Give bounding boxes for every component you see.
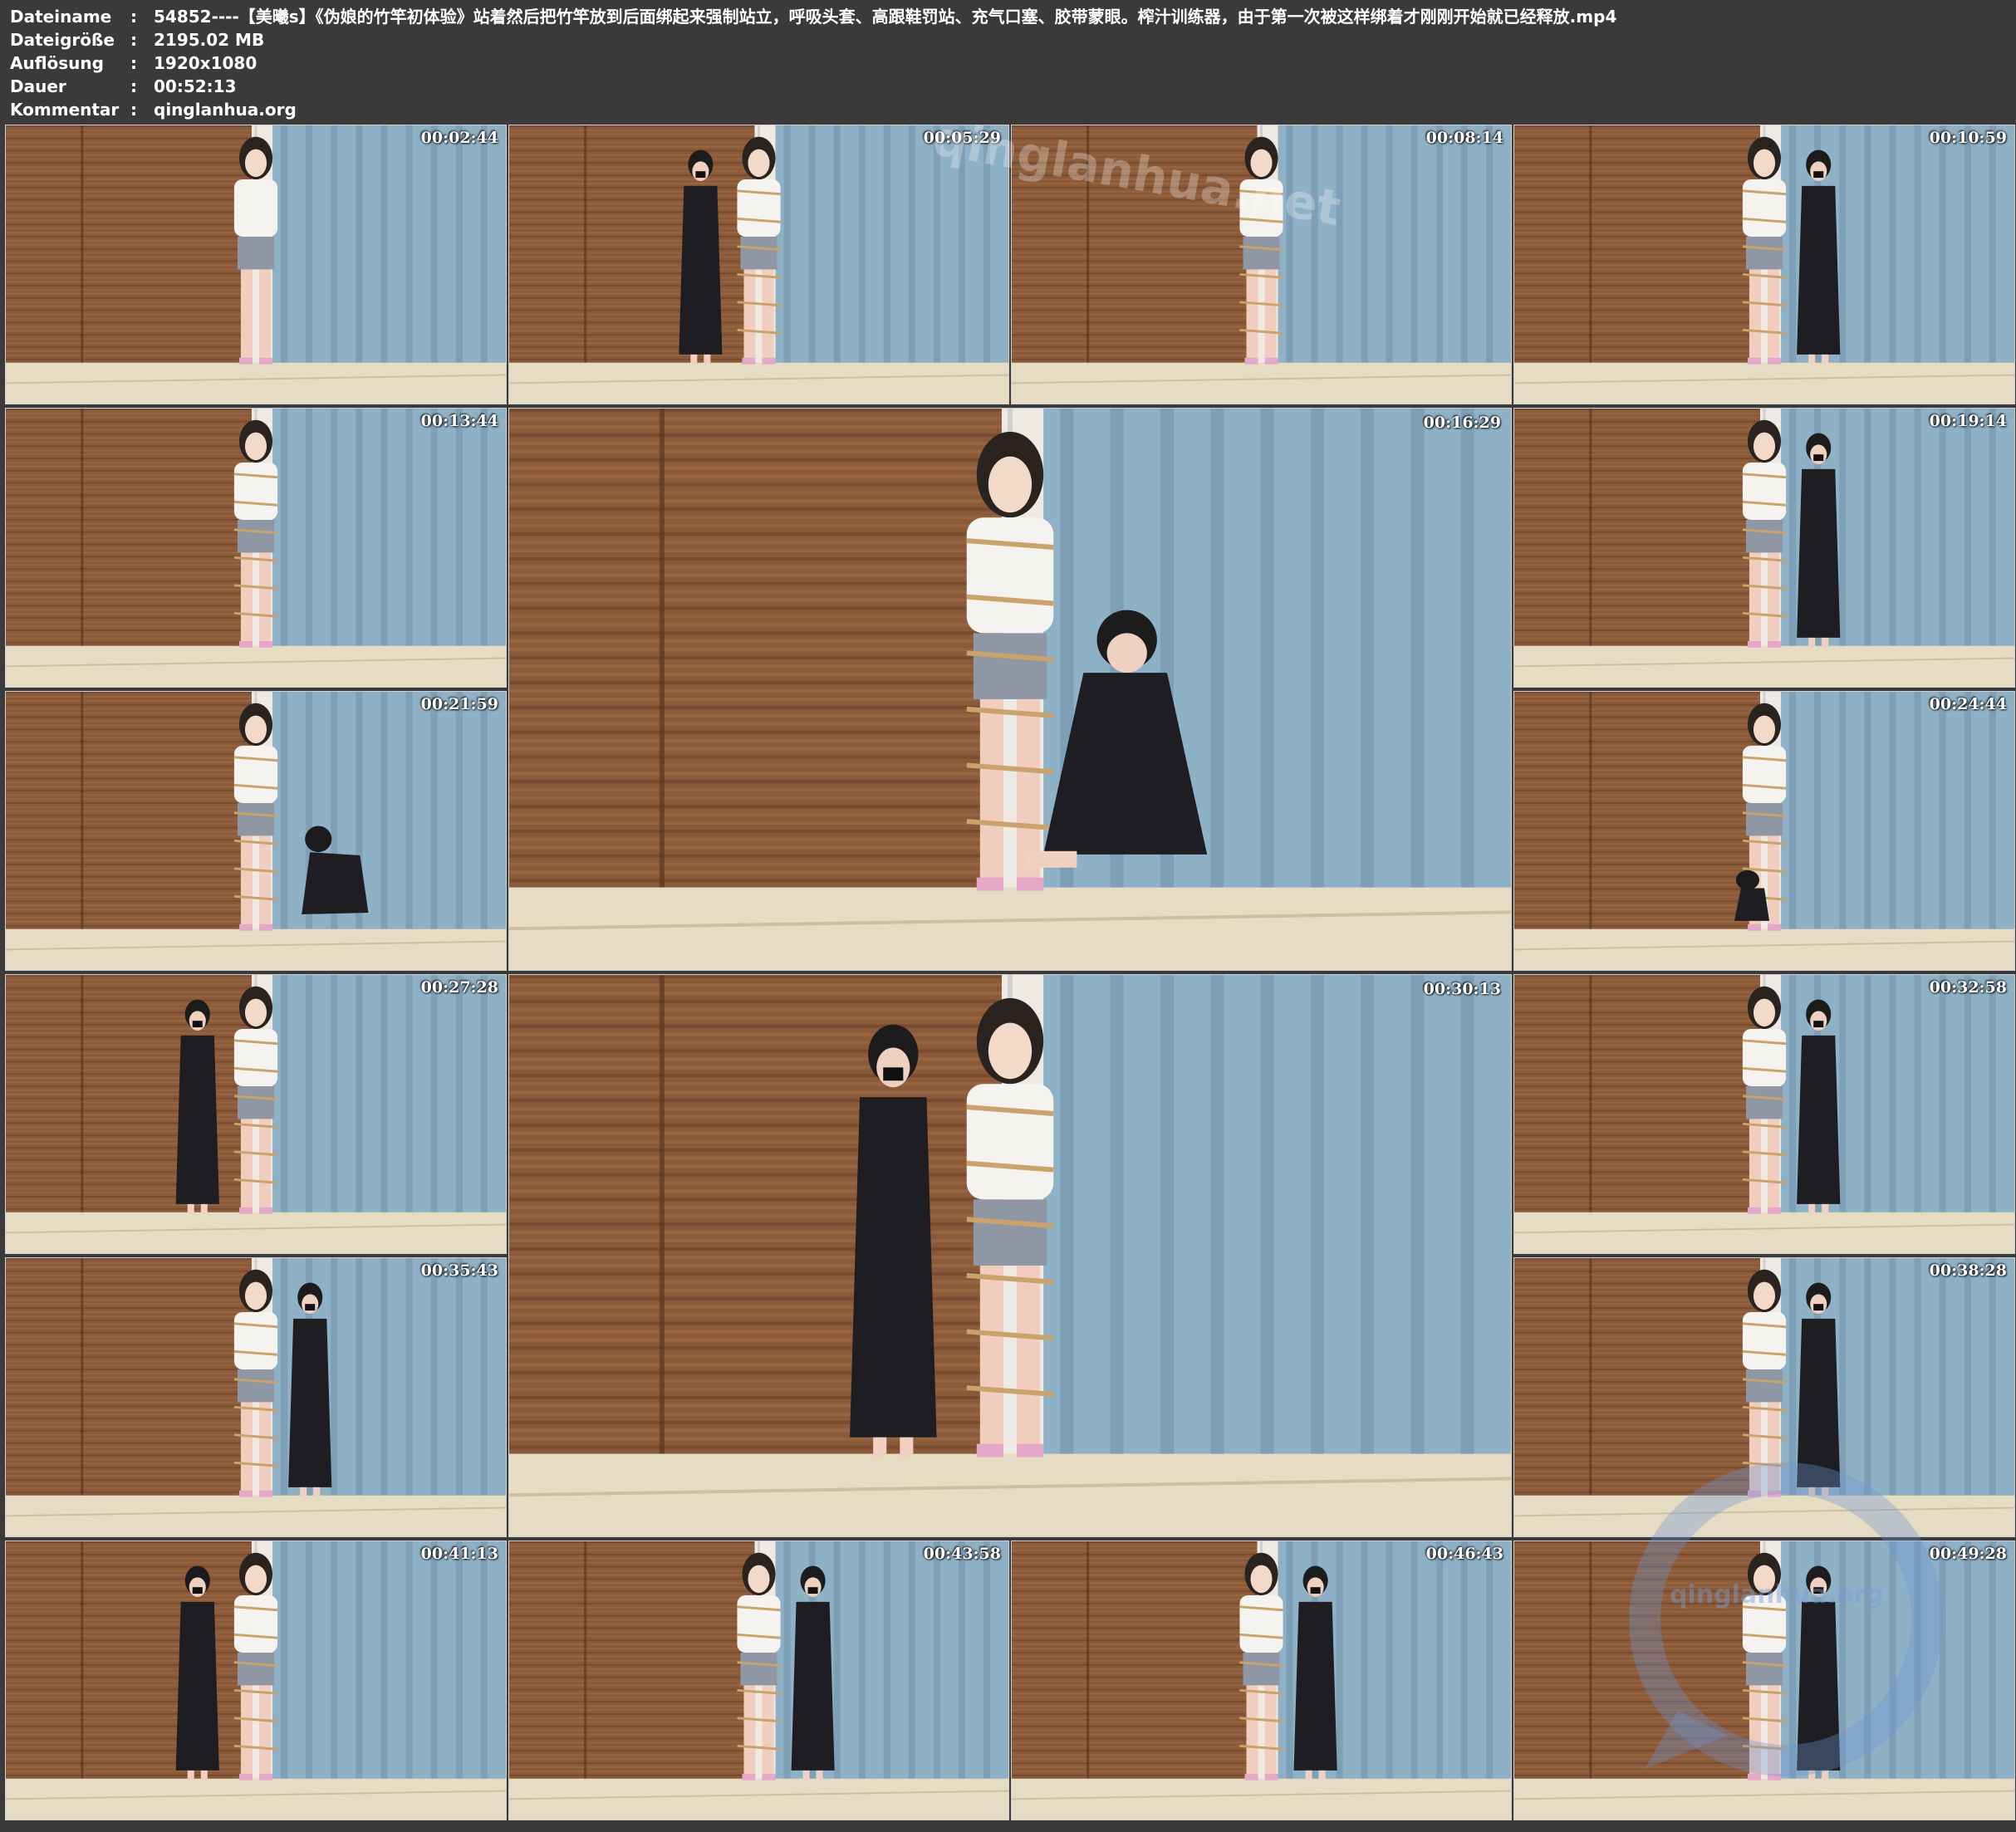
timestamp-label: 00:27:28 <box>420 978 498 997</box>
floor <box>509 887 1511 970</box>
frame-image <box>1514 409 2014 687</box>
floor <box>1514 928 2014 970</box>
timestamp-label: 00:30:13 <box>1423 980 1501 998</box>
floor <box>509 362 1008 404</box>
timestamp-label: 00:21:59 <box>420 695 498 713</box>
floor <box>1514 1212 2014 1253</box>
frame-image <box>6 409 506 687</box>
video-thumbnail: 00:41:13 <box>5 1541 507 1820</box>
frame-image <box>1514 975 2014 1253</box>
duration-value: 00:52:13 <box>154 76 237 96</box>
timestamp-label: 00:10:59 <box>1929 129 2007 147</box>
frame-image <box>1514 1541 2014 1820</box>
info-key: Kommentar <box>10 100 120 120</box>
frame-image <box>509 1541 1008 1820</box>
video-thumbnail: 00:35:43 <box>5 1257 507 1537</box>
floor <box>1012 1778 1511 1820</box>
floor <box>6 362 506 404</box>
floor <box>6 645 506 687</box>
info-key: Dateigröße <box>10 30 115 50</box>
frame-image <box>6 125 506 404</box>
timestamp-label: 00:24:44 <box>1929 695 2007 713</box>
info-header: Dateiname:54852----【美曦s】《伪娘的竹竿初体验》站着然后把竹… <box>0 0 2016 123</box>
frame-image <box>6 975 506 1253</box>
frame-image <box>1514 125 2014 404</box>
floor <box>1514 1495 2014 1536</box>
video-thumbnail: 00:46:43 <box>1011 1541 1512 1820</box>
timestamp-label: 00:46:43 <box>1425 1545 1503 1563</box>
video-thumbnail: 00:13:44 <box>5 408 507 688</box>
comment-value: qinglanhua.org <box>154 100 297 120</box>
video-thumbnail: 00:05:29 <box>508 125 1009 404</box>
timestamp-label: 00:35:43 <box>420 1261 498 1280</box>
video-thumbnail: 00:10:59 <box>1513 125 2015 404</box>
info-sep: : <box>130 7 137 27</box>
video-thumbnail: 00:19:14 <box>1513 408 2015 688</box>
frame-image <box>1514 1258 2014 1536</box>
frame-image <box>1514 692 2014 970</box>
info-sep: : <box>130 100 137 120</box>
video-thumbnail: 00:43:58 <box>508 1541 1009 1820</box>
frame-image <box>1012 125 1511 404</box>
video-thumbnail: 00:27:28 <box>5 974 507 1254</box>
filename-value: 54852----【美曦s】《伪娘的竹竿初体验》站着然后把竹竿放到后面绑起来强制… <box>154 7 1617 27</box>
video-thumbnail: 00:30:13 <box>508 974 1512 1537</box>
video-thumbnail: 00:49:28 <box>1513 1541 2015 1820</box>
frame-image <box>6 1258 506 1536</box>
filesize-value: 2195.02 MB <box>154 30 265 50</box>
info-row-filesize: Dateigröße:2195.02 MB <box>10 28 264 51</box>
info-key: Auflösung <box>10 53 104 73</box>
resolution-value: 1920x1080 <box>154 53 258 73</box>
floor <box>509 1778 1008 1820</box>
info-row-comment: Kommentar: qinglanhua.org <box>10 98 297 121</box>
floor <box>6 928 506 970</box>
timestamp-label: 00:38:28 <box>1929 1261 2007 1280</box>
timestamp-label: 00:02:44 <box>420 129 498 147</box>
info-sep: : <box>130 53 137 73</box>
frame-image <box>6 1541 506 1820</box>
frame-image <box>6 692 506 970</box>
frame-image <box>509 125 1008 404</box>
info-key: Dateiname <box>10 7 112 27</box>
floor <box>1514 1778 2014 1820</box>
timestamp-label: 00:13:44 <box>420 412 498 430</box>
floor <box>509 1453 1511 1536</box>
frame-image <box>1012 1541 1511 1820</box>
timestamp-label: 00:41:13 <box>420 1545 498 1563</box>
timestamp-label: 00:32:58 <box>1929 978 2007 997</box>
frame-image <box>509 975 1511 1536</box>
info-sep: : <box>130 30 137 50</box>
video-thumbnail: 00:32:58 <box>1513 974 2015 1254</box>
timestamp-label: 00:08:14 <box>1425 129 1503 147</box>
info-row-resolution: Auflösung:1920x1080 <box>10 51 257 75</box>
info-row-duration: Dauer:00:52:13 <box>10 75 237 98</box>
floor <box>1514 362 2014 404</box>
floor <box>6 1778 506 1820</box>
frame-image <box>509 409 1511 970</box>
video-thumbnail: 00:02:44 <box>5 125 507 404</box>
video-thumbnail: 00:24:44 <box>1513 691 2015 971</box>
info-sep: : <box>130 76 137 96</box>
thumbnail-grid: 00:02:44 00:05:29 00:08:14 00:10:59 00:13:44… <box>0 123 2016 1832</box>
floor <box>1012 362 1511 404</box>
video-thumbnail: 00:08:14 <box>1011 125 1512 404</box>
info-key: Dauer <box>10 76 66 96</box>
floor <box>6 1495 506 1536</box>
floor <box>6 1212 506 1253</box>
info-row-filename: Dateiname:54852----【美曦s】《伪娘的竹竿初体验》站着然后把竹… <box>10 5 1616 28</box>
video-thumbnail: 00:16:29 <box>508 408 1512 971</box>
timestamp-label: 00:49:28 <box>1929 1545 2007 1563</box>
timestamp-label: 00:05:29 <box>923 129 1001 147</box>
video-thumbnail: 00:38:28 <box>1513 1257 2015 1537</box>
floor <box>1514 645 2014 687</box>
timestamp-label: 00:19:14 <box>1929 412 2007 430</box>
timestamp-label: 00:16:29 <box>1423 414 1501 432</box>
video-thumbnail: 00:21:59 <box>5 691 507 971</box>
timestamp-label: 00:43:58 <box>923 1545 1001 1563</box>
